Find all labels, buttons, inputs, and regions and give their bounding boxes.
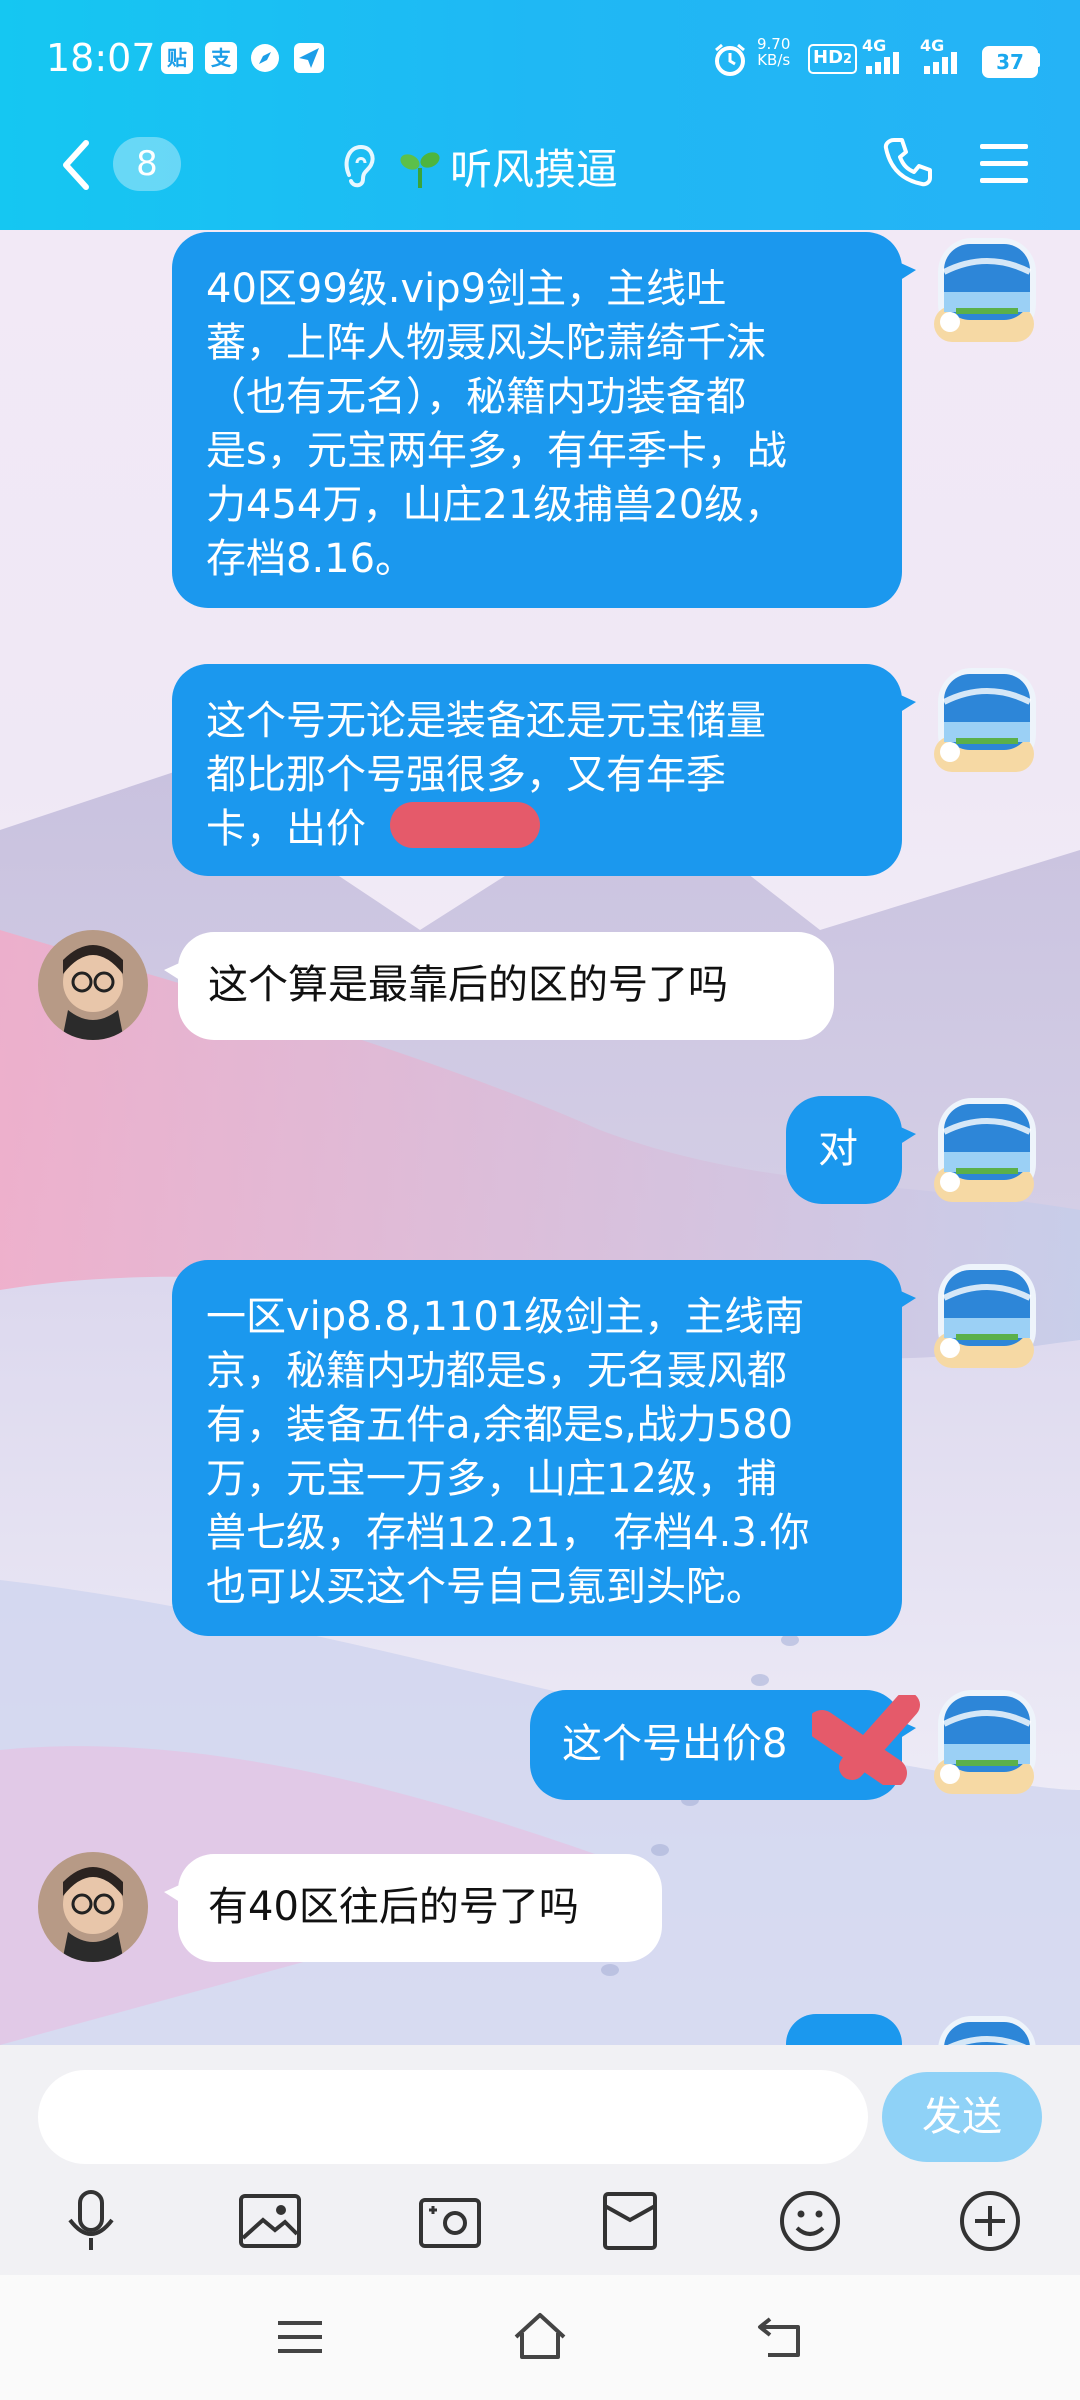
plus-icon[interactable] xyxy=(955,2186,1025,2256)
hd-sub: 2 xyxy=(843,52,853,67)
message-text: 对 xyxy=(818,1126,858,1172)
bubble-tail xyxy=(894,1124,916,1148)
battery-level: 37 xyxy=(982,46,1038,78)
phone-icon[interactable] xyxy=(880,134,936,190)
emoji-icon[interactable] xyxy=(775,2186,845,2256)
message-bubble-outgoing[interactable]: 对 xyxy=(786,1096,916,1204)
app-notification-icon: 贴 xyxy=(161,42,193,74)
bubble-tail xyxy=(894,260,916,284)
signal-bars-2-icon xyxy=(924,52,957,74)
peer-avatar[interactable] xyxy=(38,930,148,1040)
message-text: 这个算是最靠后的区的号了吗 xyxy=(208,962,728,1008)
redaction-mark xyxy=(390,802,540,848)
bubble-tail xyxy=(894,692,916,716)
back-nav-icon[interactable] xyxy=(748,2305,812,2369)
unread-count-badge[interactable]: 8 xyxy=(113,137,181,191)
ear-icon xyxy=(344,144,375,188)
sprout-icon xyxy=(400,152,440,188)
hd-badge: HD2 xyxy=(808,44,858,74)
home-nav-icon[interactable] xyxy=(508,2305,572,2369)
chat-title: 听风摸逼 xyxy=(450,145,619,194)
bubble-tail xyxy=(164,960,186,984)
back-icon[interactable] xyxy=(56,135,96,195)
image-icon[interactable] xyxy=(235,2186,305,2256)
message-bubble-outgoing[interactable]: 一区vip8.8,1101级剑主，主线南 京，秘籍内功都是s，无名聂风都 有，装… xyxy=(172,1260,916,1636)
hd-label: HD xyxy=(813,47,844,68)
my-avatar[interactable] xyxy=(928,1092,1046,1210)
battery-icon xyxy=(1036,53,1040,67)
message-bubble-outgoing[interactable]: 40区99级.vip9剑主，主线吐 蕃，上阵人物聂风头陀萧绮千沫 （也有无名），… xyxy=(172,232,916,608)
redaction-mark xyxy=(812,1695,920,1785)
my-avatar[interactable] xyxy=(928,1258,1046,1376)
compass-icon xyxy=(251,44,279,72)
my-avatar[interactable] xyxy=(928,662,1046,780)
alipay-icon: 支 xyxy=(205,42,237,74)
bubble-tail xyxy=(164,1882,186,1906)
net-speed: 9.70 KB/s xyxy=(757,36,790,68)
bubble-tail xyxy=(894,1288,916,1312)
my-avatar[interactable] xyxy=(928,232,1046,350)
status-time: 18:07 xyxy=(46,36,156,80)
message-text: 有40区往后的号了吗 xyxy=(208,1884,579,1930)
my-avatar[interactable] xyxy=(928,1684,1046,1802)
camera-icon[interactable] xyxy=(415,2186,485,2256)
send-button[interactable]: 发送 xyxy=(882,2072,1042,2162)
message-text: 40区99级.vip9剑主，主线吐 蕃，上阵人物聂风头陀萧绮千沫 （也有无名），… xyxy=(206,266,787,582)
menu-icon[interactable] xyxy=(978,140,1030,186)
signal-bars-icon xyxy=(866,52,899,74)
composer-toolbar xyxy=(0,2175,1080,2275)
send-icon xyxy=(294,43,324,73)
microphone-icon[interactable] xyxy=(56,2186,126,2256)
alarm-icon xyxy=(715,43,745,76)
status-bar: 18:07 贴 支 9.70 KB/s HD2 4G 4G 37 xyxy=(0,0,1080,120)
peer-avatar[interactable] xyxy=(38,1852,148,1962)
message-bubble-incoming[interactable]: 这个算是最靠后的区的号了吗 xyxy=(164,932,834,1040)
message-bubble-incoming[interactable]: 有40区往后的号了吗 xyxy=(164,1854,662,1962)
message-text: 一区vip8.8,1101级剑主，主线南 京，秘籍内功都是s，无名聂风都 有，装… xyxy=(206,1294,810,1610)
red-packet-icon[interactable] xyxy=(595,2186,665,2256)
message-bubble-outgoing[interactable]: 这个号无论是装备还是元宝储量 都比那个号强很多，又有年季 卡，出价 xyxy=(172,664,916,876)
message-input[interactable] xyxy=(38,2070,868,2164)
net-speed-unit: KB/s xyxy=(757,51,791,69)
menu-nav-icon[interactable] xyxy=(268,2305,332,2369)
